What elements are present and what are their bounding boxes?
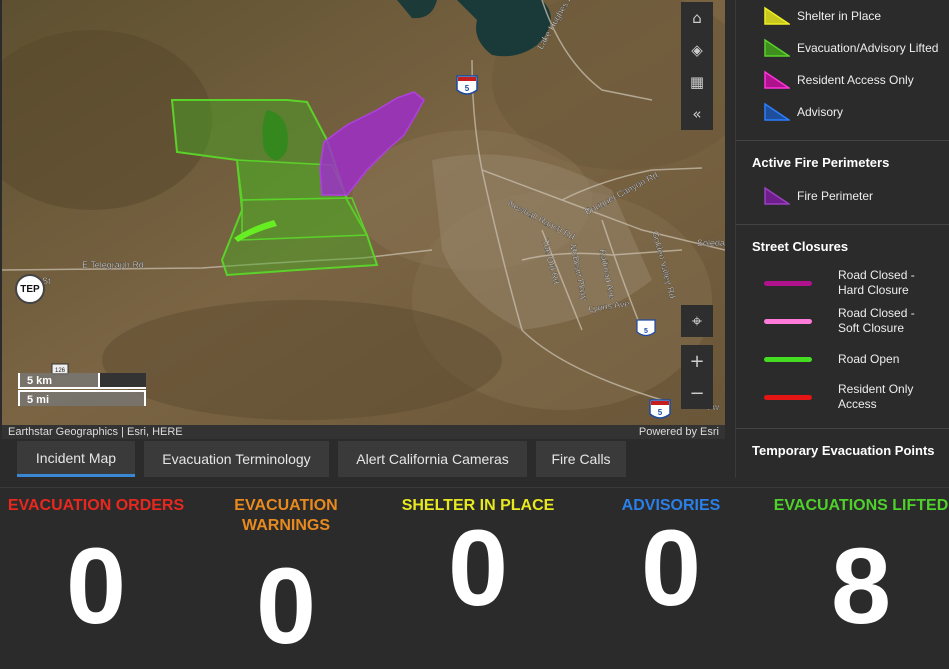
evac-zone-swatch-icon	[764, 70, 790, 89]
svg-text:5: 5	[465, 84, 470, 93]
legend-fire-perimeter: Fire Perimeter	[736, 180, 949, 212]
legend-closure-item: Road Open	[736, 340, 949, 378]
evac-zone-swatch-icon	[764, 38, 790, 57]
road-label-soledad: Soledad	[697, 238, 725, 248]
road-label-e-telegraph: E Telegraph Rd	[82, 260, 144, 270]
legend-closure-item: Road Closed - Soft Closure	[736, 302, 949, 340]
home-icon[interactable]: ⌂	[681, 2, 713, 34]
dashboard: 5 5 5 126 E Telegraph Rd St Newhall Ranc…	[0, 0, 949, 669]
svg-text:5: 5	[658, 408, 663, 417]
zoom-out-icon[interactable]: −	[681, 377, 713, 409]
stat-shelter-in-place: SHELTER IN PLACE 0	[401, 497, 555, 628]
stats-panel: EVACUATION ORDERS 0 EVACUATION WARNINGS …	[0, 487, 949, 669]
legend-closure-item: Resident Only Access	[736, 378, 949, 416]
legend-evac-item: Resident Access Only	[736, 64, 949, 96]
stat-evacuation-warnings: EVACUATION WARNINGS 0	[234, 497, 338, 666]
legend-street-closures: Street Closures Road Closed - Hard Closu…	[736, 225, 949, 429]
evac-zone-swatch-icon	[764, 102, 790, 121]
map-toolbar: ⌂ ◈ ▦ «	[681, 2, 713, 130]
locate-control: ⌖	[681, 305, 713, 337]
tab-evacuation-terminology[interactable]: Evacuation Terminology	[144, 441, 329, 477]
stat-evacuations-lifted: EVACUATIONS LIFTED 8	[773, 497, 949, 646]
attribution-text[interactable]: Earthstar Geographics | Esri, HERE	[8, 426, 183, 438]
interstate-5-shield-bottom: 5	[649, 399, 671, 419]
legend-evac-item: Advisory	[736, 96, 949, 128]
stat-evacuation-orders: EVACUATION ORDERS 0	[7, 497, 185, 646]
satellite-basemap: 5 5 5 126 E Telegraph Rd St Newhall Ranc…	[2, 0, 725, 425]
legend-panel[interactable]: Shelter in Place Evacuation/Advisory Lift…	[735, 0, 949, 478]
closure-line-icon	[764, 356, 812, 362]
scalebar: 5 km 5 mi	[18, 373, 146, 407]
tab-fire-calls[interactable]: Fire Calls	[536, 441, 626, 477]
layers-icon[interactable]: ◈	[681, 34, 713, 66]
closure-line-icon	[764, 280, 812, 286]
fire-perimeter-swatch-icon	[764, 186, 790, 205]
closure-line-icon	[764, 318, 812, 324]
qr-icon[interactable]: ▦	[681, 66, 713, 98]
map-attribution: Earthstar Geographics | Esri, HERE Power…	[2, 425, 725, 439]
zoom-control: + −	[681, 345, 713, 409]
evac-zone-swatch-icon	[764, 6, 790, 25]
legend-closures-title: Street Closures	[752, 239, 849, 254]
svg-text:5: 5	[644, 328, 648, 335]
interstate-5-shield-top: 5	[456, 75, 478, 95]
legend-temp-evac-title: Temporary Evacuation Points	[752, 443, 935, 458]
legend-evac-item: Shelter in Place	[736, 0, 949, 32]
interstate-5-shield-mid: 5	[636, 319, 656, 337]
legend-fire-perimeters: Active Fire Perimeters Fire Perimeter	[736, 141, 949, 225]
tab-alert-california-cameras[interactable]: Alert California Cameras	[338, 441, 527, 477]
locate-icon[interactable]: ⌖	[681, 305, 713, 337]
stat-advisories: ADVISORIES 0	[621, 497, 721, 628]
zoom-in-icon[interactable]: +	[681, 345, 713, 377]
incident-map[interactable]: 5 5 5 126 E Telegraph Rd St Newhall Ranc…	[2, 0, 725, 425]
scalebar-mi: 5 mi	[18, 390, 146, 406]
legend-evac-item: Evacuation/Advisory Lifted	[736, 32, 949, 64]
closure-line-icon	[764, 394, 812, 400]
powered-by[interactable]: Powered by Esri	[639, 426, 719, 438]
tab-incident-map[interactable]: Incident Map	[17, 441, 135, 477]
tab-bar: Incident Map Evacuation Terminology Aler…	[0, 441, 735, 486]
collapse-icon[interactable]: «	[681, 98, 713, 130]
scalebar-km: 5 km	[18, 373, 146, 389]
legend-fire-title: Active Fire Perimeters	[752, 155, 890, 170]
legend-closure-item: Road Closed - Hard Closure	[736, 264, 949, 302]
tep-marker[interactable]: TEP	[15, 274, 45, 304]
legend-evacuation-zones: Shelter in Place Evacuation/Advisory Lift…	[736, 0, 949, 141]
